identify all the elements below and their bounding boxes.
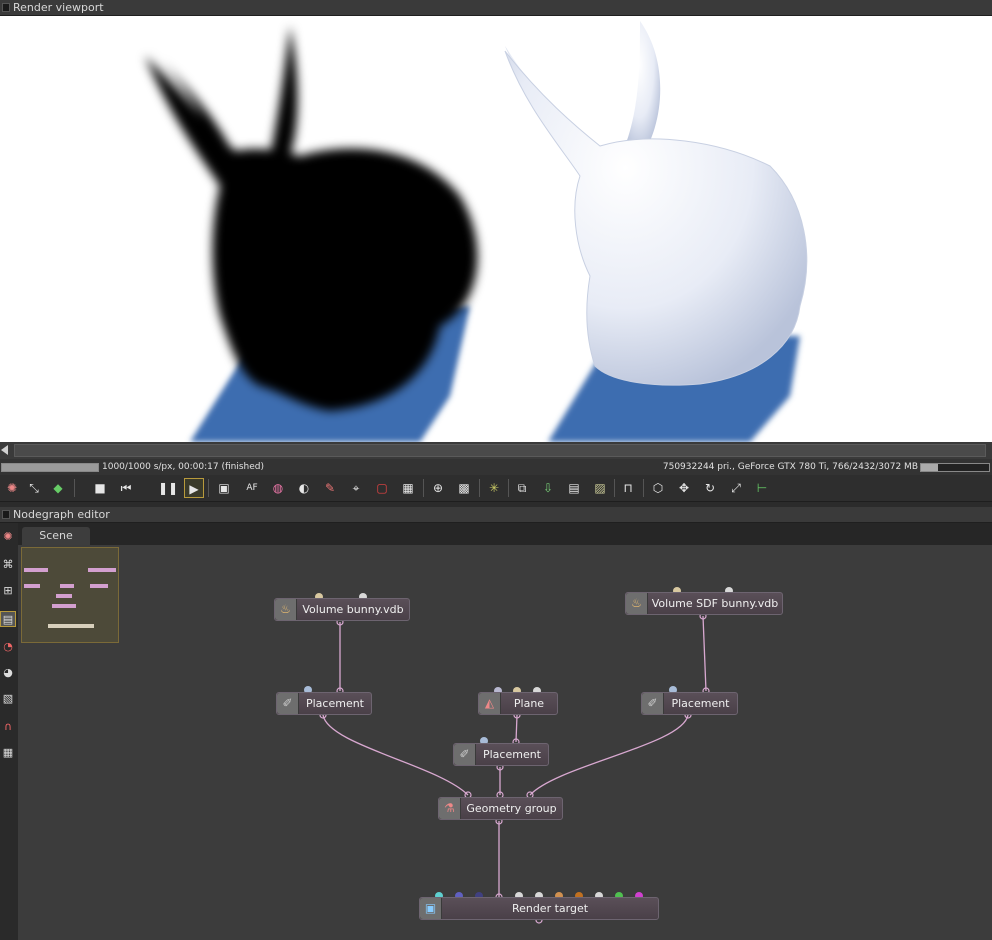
- sphere-node-icon[interactable]: ◕: [0, 665, 16, 681]
- minimap-icon[interactable]: ▤: [0, 611, 16, 627]
- cube-icon[interactable]: ⬡: [648, 478, 668, 498]
- wire-sdf-pl3: [702, 615, 707, 692]
- spinner-icon[interactable]: ✳: [484, 478, 504, 498]
- nodegraph-side-toolbar: ✺ ⌘ ⊞ ▤ ◔ ◕ ▧ ∩ ▦: [0, 523, 18, 940]
- render-viewport-title-bar: Render viewport: [0, 0, 992, 16]
- tab-scene[interactable]: Scene: [22, 527, 90, 545]
- node-label: Render target: [511, 902, 589, 915]
- material-icon[interactable]: ◔: [0, 639, 16, 655]
- render-progress-text: 1000/1000 s/px, 00:00:17 (finished): [102, 462, 265, 472]
- node-plane[interactable]: ◭ Plane: [478, 692, 558, 715]
- node-geometry-group[interactable]: ⚗ Geometry group: [438, 797, 563, 820]
- reset-view-icon[interactable]: ✺: [0, 529, 16, 545]
- photo-icon[interactable]: ▨: [590, 478, 610, 498]
- node-volume-sdf-bunny[interactable]: ♨ Volume SDF bunny.vdb: [625, 592, 783, 615]
- node-label: Plane: [513, 697, 545, 710]
- panel-toggle-icon[interactable]: [2, 3, 10, 12]
- magnet-icon[interactable]: ∩: [0, 719, 16, 735]
- rewind-icon[interactable]: ⏮: [116, 478, 136, 498]
- color-cube-icon[interactable]: ◆: [48, 478, 68, 498]
- node-placement-2[interactable]: ✐ Placement: [453, 743, 549, 766]
- reset-icon[interactable]: ✺: [2, 478, 22, 498]
- grid-icon[interactable]: ▦: [0, 745, 16, 761]
- placement-icon: ✐: [277, 693, 299, 714]
- move-icon[interactable]: ✥: [674, 478, 694, 498]
- node-label: Volume bunny.vdb: [302, 603, 404, 616]
- region2-icon[interactable]: ▦: [398, 478, 418, 498]
- monitor-icon[interactable]: ▣: [214, 478, 234, 498]
- render-target-icon: ▣: [420, 898, 442, 919]
- nodegraph-title-bar: Nodegraph editor: [0, 507, 992, 523]
- placement-icon: ✐: [642, 693, 664, 714]
- nodegraph-title: Nodegraph editor: [13, 508, 110, 521]
- node-label: Geometry group: [466, 802, 557, 815]
- export-icon[interactable]: ⇩: [538, 478, 558, 498]
- render-viewport[interactable]: [0, 16, 992, 442]
- node-label: Placement: [671, 697, 730, 710]
- render-progress-bar: [1, 463, 99, 472]
- brush-icon[interactable]: ✎: [320, 478, 340, 498]
- wire-plane-pl2: [515, 714, 518, 743]
- flame-icon: ♨: [626, 593, 648, 614]
- render-toolbar: ✺ ⤡ ◆ ■ ⏮ ❚❚ ▶ ▣ AF ◍ ◐ ✎ ⌖ ▢ ▦ ⊕ ▩ ✳ ⧉ …: [0, 475, 992, 502]
- wire-pl1-geo: [322, 714, 469, 796]
- stop-icon[interactable]: ■: [90, 478, 110, 498]
- node-label: Placement: [482, 748, 541, 761]
- render-image: [145, 21, 808, 442]
- nodegraph-tabs: Scene: [0, 523, 992, 545]
- grid-layout-icon[interactable]: ⊞: [0, 583, 16, 599]
- gpu-info-text: 750932244 pri., GeForce GTX 780 Ti, 766/…: [662, 462, 918, 472]
- gpu-memory-bar: [920, 463, 990, 472]
- color-wheel-icon[interactable]: ◍: [268, 478, 288, 498]
- right-bunny-sdf: [504, 21, 808, 386]
- viewport-scrollbar[interactable]: [0, 442, 992, 459]
- fit-icon[interactable]: ⤡: [24, 478, 44, 498]
- af-label: AF: [246, 483, 258, 493]
- sphere-icon[interactable]: ◐: [294, 478, 314, 498]
- zoom-icon[interactable]: ⊕: [428, 478, 448, 498]
- placement-icon: ✐: [454, 744, 476, 765]
- af-icon[interactable]: AF: [242, 478, 262, 498]
- copy-icon[interactable]: ⧉: [512, 478, 532, 498]
- camera-icon[interactable]: ⌖: [346, 478, 366, 498]
- nodegraph-canvas[interactable]: ♨ Volume bunny.vdb ♨ Volume SDF bunny.vd…: [18, 545, 992, 940]
- node-volume-bunny[interactable]: ♨ Volume bunny.vdb: [274, 598, 410, 621]
- layout-icon[interactable]: ⌘: [0, 557, 16, 573]
- axis-icon[interactable]: ⊢: [752, 478, 772, 498]
- node-label: Placement: [305, 697, 364, 710]
- scale-icon[interactable]: ⤢: [726, 478, 746, 498]
- scroll-left-icon[interactable]: [1, 445, 8, 455]
- node-label: Volume SDF bunny.vdb: [651, 597, 779, 610]
- flame-icon: ♨: [275, 599, 297, 620]
- geometry-icon: ⚗: [439, 798, 461, 819]
- scrollbar-thumb[interactable]: [14, 444, 986, 457]
- wire-pl3-geo: [529, 714, 689, 796]
- pause-icon[interactable]: ❚❚: [158, 478, 178, 498]
- plane-icon: ◭: [479, 693, 501, 714]
- play-icon[interactable]: ▶: [184, 478, 204, 498]
- clipboard-icon[interactable]: ▤: [564, 478, 584, 498]
- texture-icon[interactable]: ▧: [0, 691, 16, 707]
- render-viewport-title: Render viewport: [13, 1, 104, 14]
- region-icon[interactable]: ▢: [372, 478, 392, 498]
- panel-toggle-icon[interactable]: [2, 510, 10, 519]
- node-placement-1[interactable]: ✐ Placement: [276, 692, 372, 715]
- lock-icon[interactable]: ⊓: [618, 478, 638, 498]
- rotate-icon[interactable]: ↻: [700, 478, 720, 498]
- node-render-target[interactable]: ▣ Render target: [419, 897, 659, 920]
- checker-icon[interactable]: ▩: [454, 478, 474, 498]
- render-status-bar: 1000/1000 s/px, 00:00:17 (finished) 7509…: [0, 459, 992, 475]
- left-bunny-volume: [145, 26, 478, 411]
- node-placement-3[interactable]: ✐ Placement: [641, 692, 738, 715]
